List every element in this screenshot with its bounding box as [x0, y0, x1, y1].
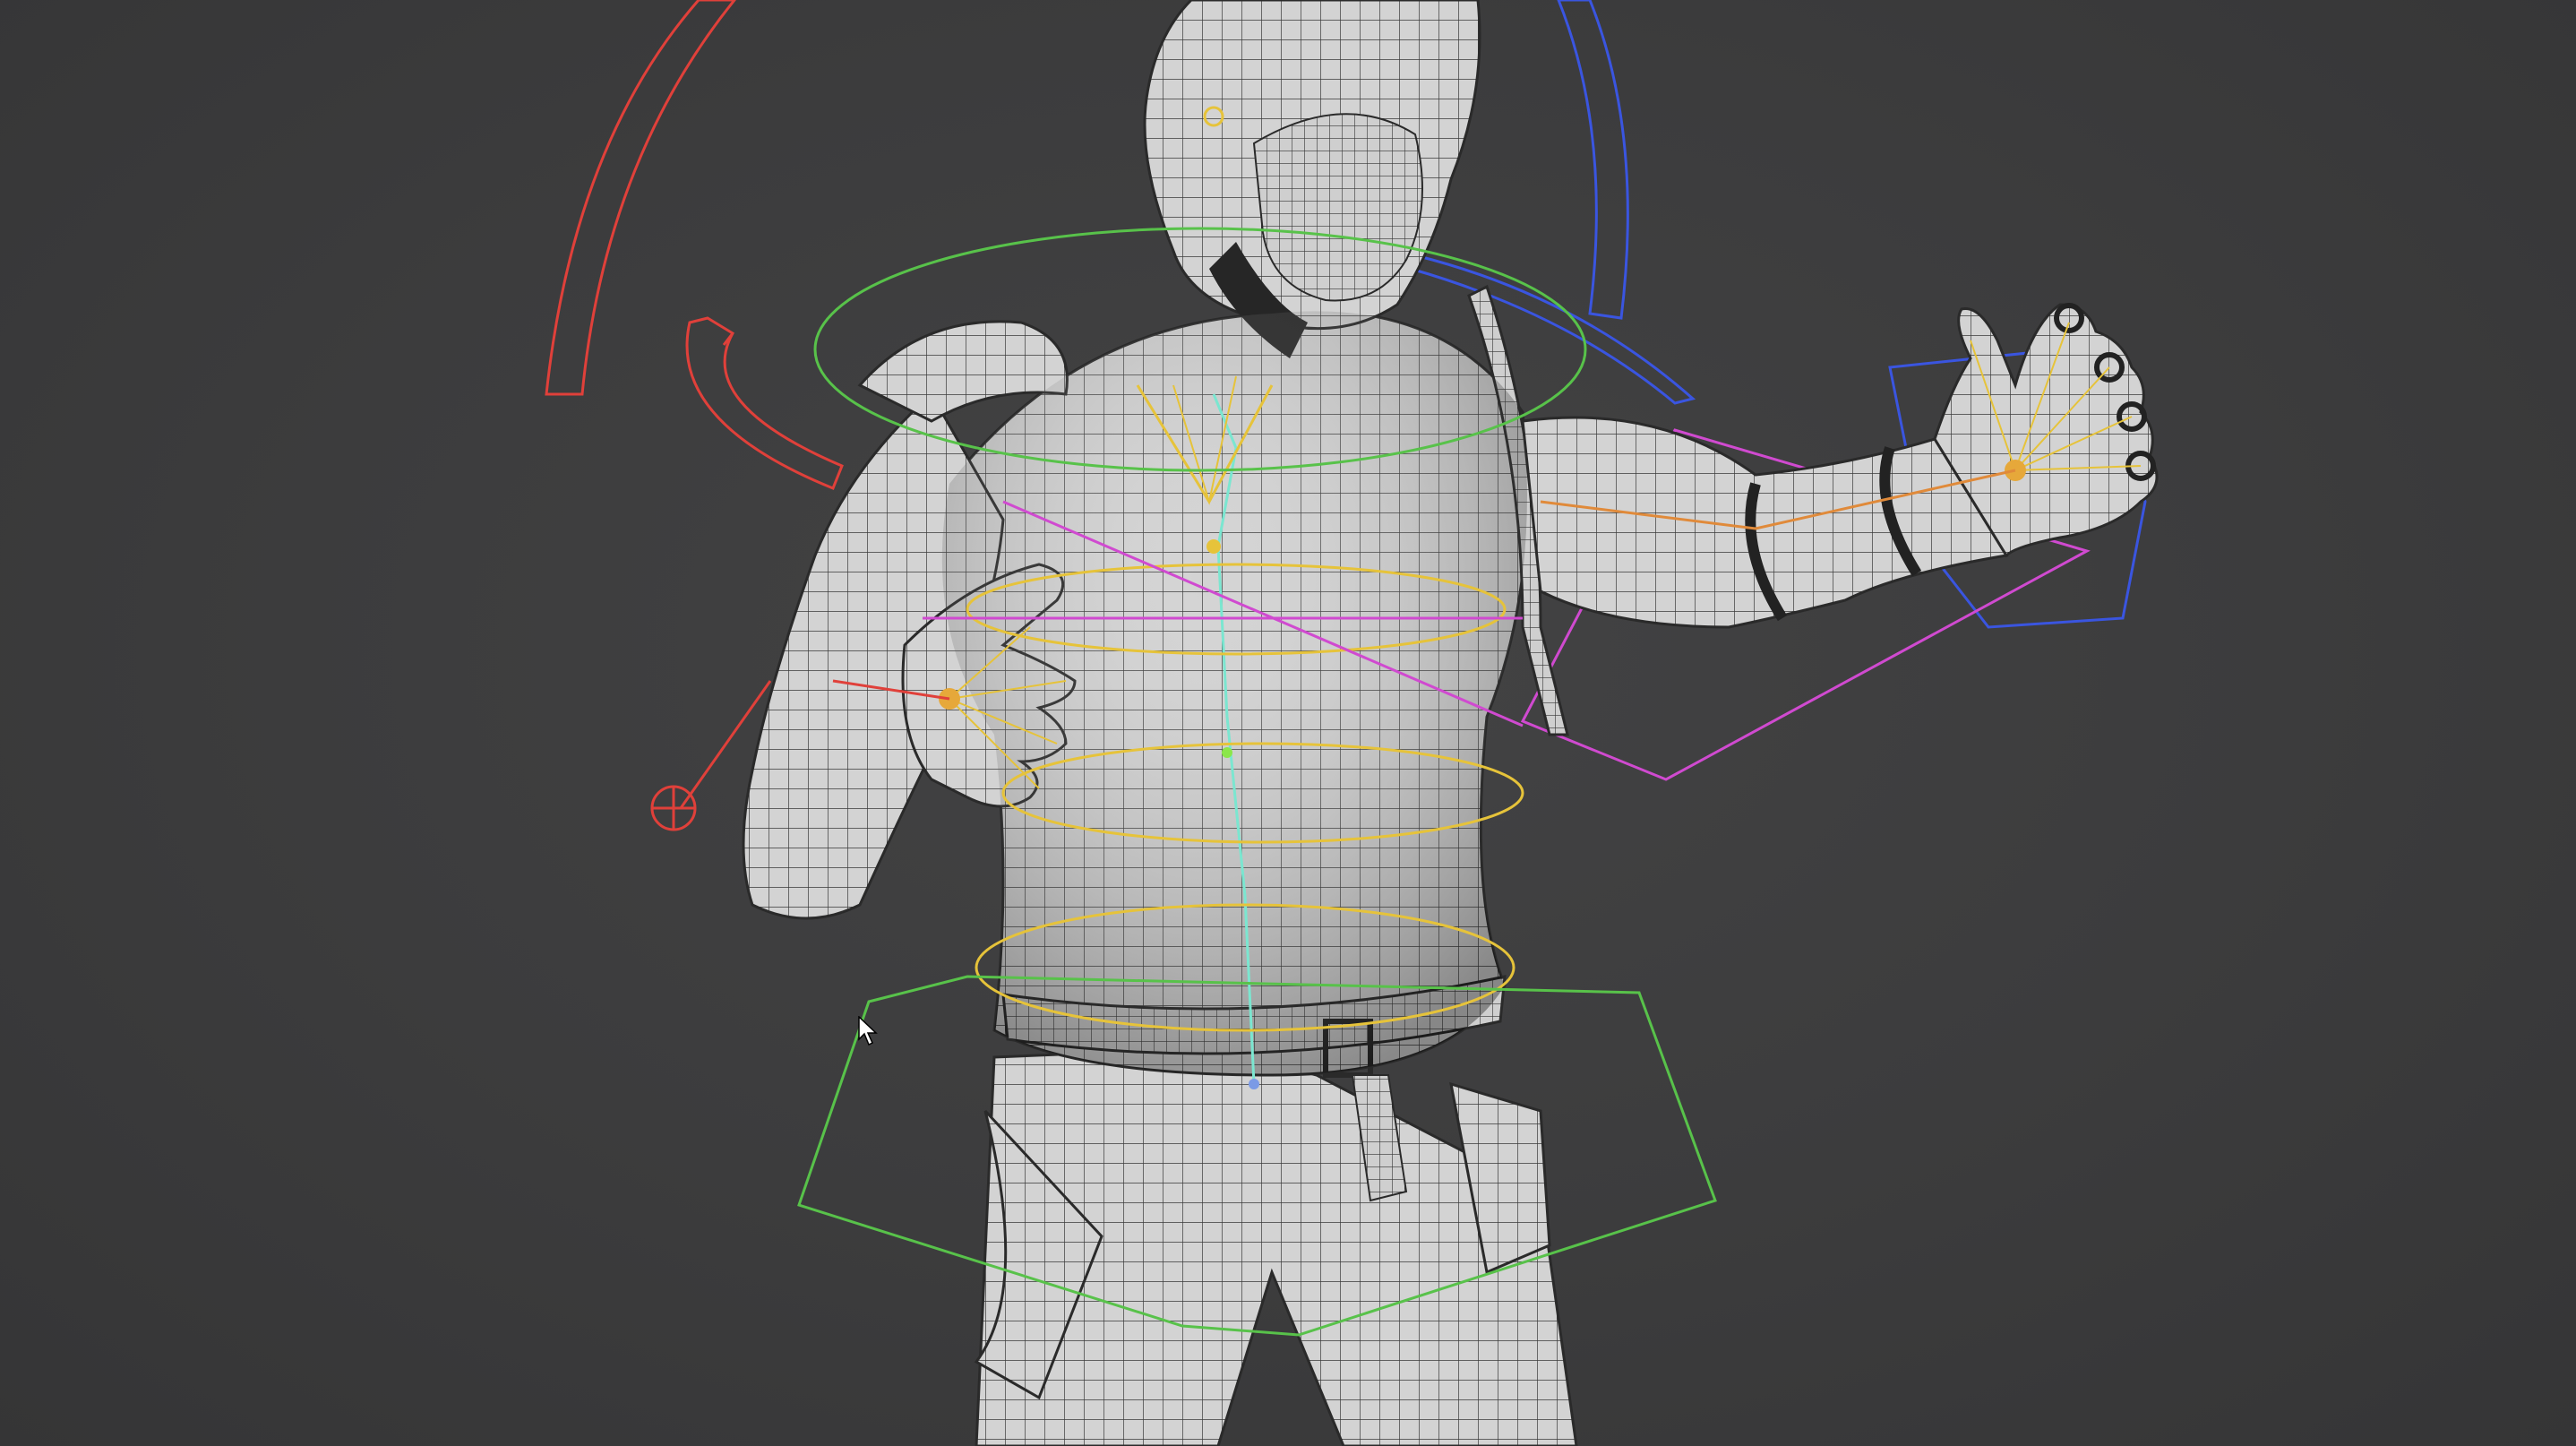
- 3d-viewport[interactable]: [0, 0, 2576, 1446]
- rigged-character-scene[interactable]: [0, 0, 2576, 1446]
- arrow-cursor-icon: [858, 1016, 878, 1046]
- arm-ik-arc-left[interactable]: [545, 0, 844, 490]
- character-mesh[interactable]: [742, 0, 2159, 1446]
